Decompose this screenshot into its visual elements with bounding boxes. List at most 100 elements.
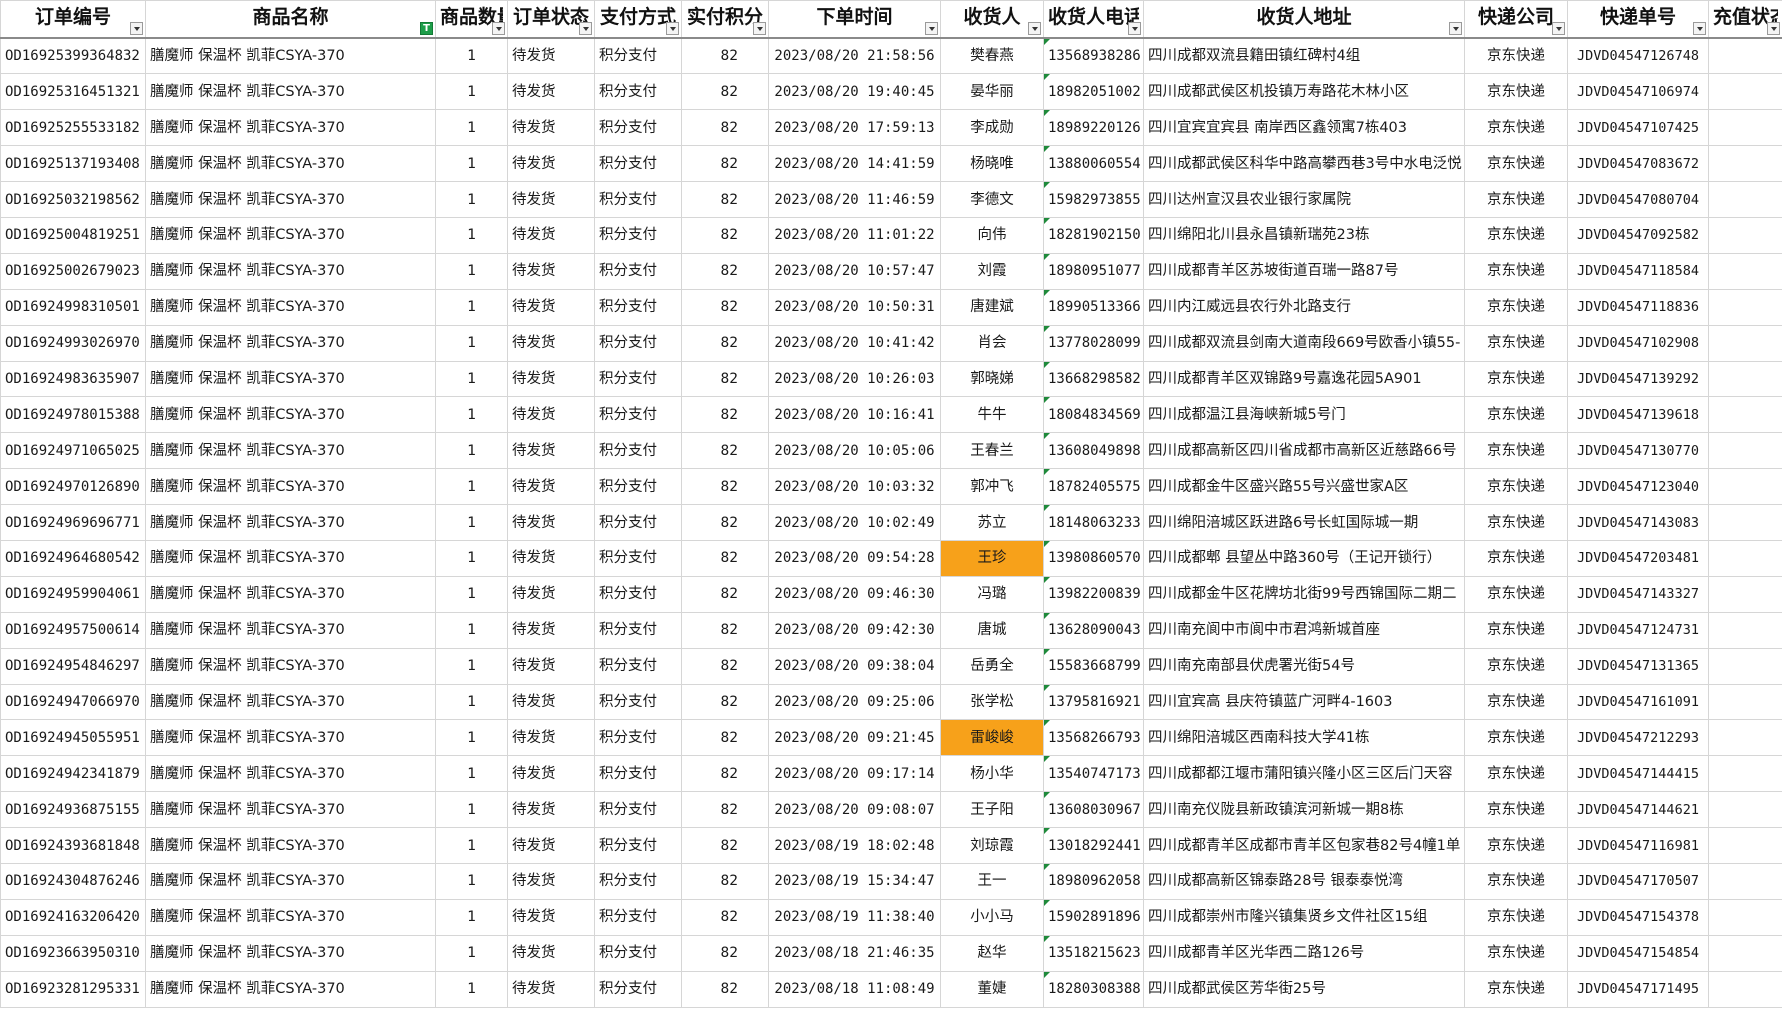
- cell-address[interactable]: 四川成都金牛区花牌坊北街99号西锦国际二期二: [1143, 575, 1465, 613]
- cell-name[interactable]: 杨小华: [940, 755, 1044, 793]
- cell-courier[interactable]: 京东快递: [1464, 288, 1568, 326]
- cell-points[interactable]: 82: [681, 288, 769, 326]
- cell-pay[interactable]: 积分支付: [594, 252, 682, 290]
- cell-product[interactable]: 膳魔师 保温杯 凯菲CSYA-370: [145, 504, 436, 541]
- cell-recharge[interactable]: [1708, 109, 1782, 147]
- cell-time[interactable]: 2023/08/20 10:05:06: [768, 432, 941, 470]
- cell-courier[interactable]: 京东快递: [1464, 216, 1568, 254]
- cell-address[interactable]: 四川成都双流县剑南大道南段669号欧香小镇55-: [1143, 324, 1465, 362]
- cell-address[interactable]: 四川成都武侯区科华中路高攀西巷3号中水电泛悦: [1143, 145, 1465, 183]
- cell-address[interactable]: 四川成都青羊区双锦路9号嘉逸花园5A901: [1143, 360, 1465, 398]
- cell-time[interactable]: 2023/08/20 10:02:49: [768, 504, 941, 541]
- cell-time[interactable]: 2023/08/20 10:16:41: [768, 396, 941, 434]
- cell-id[interactable]: OD16924978015388: [0, 396, 146, 434]
- cell-address[interactable]: 四川成都郫 县望丛中路360号（王记开锁行）: [1143, 539, 1465, 577]
- cell-time[interactable]: 2023/08/19 11:38:40: [768, 898, 941, 936]
- cell-qty[interactable]: 1: [435, 898, 508, 936]
- cell-recharge[interactable]: [1708, 683, 1782, 721]
- cell-tracking[interactable]: JDVD04547144621: [1567, 791, 1709, 829]
- cell-qty[interactable]: 1: [435, 611, 508, 649]
- cell-tracking[interactable]: JDVD04547092582: [1567, 216, 1709, 254]
- cell-name[interactable]: 冯璐: [940, 575, 1044, 613]
- table-row[interactable]: OD16924964680542 膳魔师 保温杯 凯菲CSYA-370 1 待发货 积分…: [0, 539, 1782, 577]
- cell-time[interactable]: 2023/08/19 18:02:48: [768, 827, 941, 864]
- cell-points[interactable]: 82: [681, 862, 769, 900]
- cell-qty[interactable]: 1: [435, 468, 508, 506]
- cell-points[interactable]: 82: [681, 539, 769, 577]
- filter-dropdown-icon[interactable]: [1552, 22, 1565, 35]
- cell-status[interactable]: 待发货: [507, 181, 595, 218]
- cell-status[interactable]: 待发货: [507, 216, 595, 254]
- column-header-address[interactable]: 收货人地址: [1143, 0, 1465, 39]
- cell-tracking[interactable]: JDVD04547106974: [1567, 73, 1709, 111]
- table-row[interactable]: OD16923281295331 膳魔师 保温杯 凯菲CSYA-370 1 待发货 积分…: [0, 970, 1782, 1008]
- cell-time[interactable]: 2023/08/20 11:01:22: [768, 216, 941, 254]
- table-row[interactable]: OD16925137193408 膳魔师 保温杯 凯菲CSYA-370 1 待发货 积分…: [0, 145, 1782, 183]
- filter-dropdown-icon[interactable]: [1693, 22, 1706, 35]
- cell-tracking[interactable]: JDVD04547126748: [1567, 37, 1709, 75]
- cell-product[interactable]: 膳魔师 保温杯 凯菲CSYA-370: [145, 862, 436, 900]
- cell-id[interactable]: OD16924993026970: [0, 324, 146, 362]
- cell-time[interactable]: 2023/08/20 10:50:31: [768, 288, 941, 326]
- cell-name[interactable]: 王子阳: [940, 791, 1044, 829]
- cell-address[interactable]: 四川宜宾高 县庆符镇蓝广河畔4-1603: [1143, 683, 1465, 721]
- cell-recharge[interactable]: [1708, 73, 1782, 111]
- cell-address[interactable]: 四川绵阳涪城区西南科技大学41栋: [1143, 719, 1465, 757]
- cell-id[interactable]: OD16924969696771: [0, 504, 146, 541]
- cell-phone[interactable]: 13568938286: [1043, 37, 1144, 75]
- cell-points[interactable]: 82: [681, 432, 769, 470]
- cell-time[interactable]: 2023/08/20 19:40:45: [768, 73, 941, 111]
- cell-id[interactable]: OD16925399364832: [0, 37, 146, 75]
- cell-phone[interactable]: 13880060554: [1043, 145, 1144, 183]
- cell-name[interactable]: 向伟: [940, 216, 1044, 254]
- cell-phone[interactable]: 13518215623: [1043, 934, 1144, 972]
- cell-qty[interactable]: 1: [435, 719, 508, 757]
- cell-status[interactable]: 待发货: [507, 719, 595, 757]
- cell-points[interactable]: 82: [681, 934, 769, 972]
- filter-dropdown-icon[interactable]: [1128, 22, 1141, 35]
- cell-points[interactable]: 82: [681, 719, 769, 757]
- cell-status[interactable]: 待发货: [507, 862, 595, 900]
- cell-address[interactable]: 四川成都青羊区成都市青羊区包家巷82号4幢1单: [1143, 827, 1465, 864]
- cell-status[interactable]: 待发货: [507, 504, 595, 541]
- cell-points[interactable]: 82: [681, 791, 769, 829]
- cell-name[interactable]: 杨晓唯: [940, 145, 1044, 183]
- cell-courier[interactable]: 京东快递: [1464, 504, 1568, 541]
- cell-points[interactable]: 82: [681, 324, 769, 362]
- cell-recharge[interactable]: [1708, 539, 1782, 577]
- cell-product[interactable]: 膳魔师 保温杯 凯菲CSYA-370: [145, 719, 436, 757]
- cell-courier[interactable]: 京东快递: [1464, 575, 1568, 613]
- cell-time[interactable]: 2023/08/20 09:46:30: [768, 575, 941, 613]
- table-row[interactable]: OD16924942341879 膳魔师 保温杯 凯菲CSYA-370 1 待发货 积分…: [0, 755, 1782, 793]
- cell-product[interactable]: 膳魔师 保温杯 凯菲CSYA-370: [145, 647, 436, 685]
- cell-name[interactable]: 苏立: [940, 504, 1044, 541]
- cell-pay[interactable]: 积分支付: [594, 468, 682, 506]
- cell-phone[interactable]: 18782405575: [1043, 468, 1144, 506]
- cell-status[interactable]: 待发货: [507, 109, 595, 147]
- cell-tracking[interactable]: JDVD04547171495: [1567, 970, 1709, 1008]
- cell-status[interactable]: 待发货: [507, 575, 595, 613]
- cell-time[interactable]: 2023/08/20 21:58:56: [768, 37, 941, 75]
- cell-recharge[interactable]: [1708, 575, 1782, 613]
- cell-qty[interactable]: 1: [435, 970, 508, 1008]
- cell-product[interactable]: 膳魔师 保温杯 凯菲CSYA-370: [145, 898, 436, 936]
- cell-phone[interactable]: 15583668799: [1043, 647, 1144, 685]
- cell-tracking[interactable]: JDVD04547144415: [1567, 755, 1709, 793]
- cell-name[interactable]: 唐城: [940, 611, 1044, 649]
- cell-id[interactable]: OD16924957500614: [0, 611, 146, 649]
- cell-id[interactable]: OD16924942341879: [0, 755, 146, 793]
- cell-product[interactable]: 膳魔师 保温杯 凯菲CSYA-370: [145, 73, 436, 111]
- cell-qty[interactable]: 1: [435, 539, 508, 577]
- cell-name[interactable]: 樊春燕: [940, 37, 1044, 75]
- column-header-time[interactable]: 下单时间: [768, 0, 941, 39]
- cell-time[interactable]: 2023/08/20 11:46:59: [768, 181, 941, 218]
- cell-pay[interactable]: 积分支付: [594, 827, 682, 864]
- cell-recharge[interactable]: [1708, 468, 1782, 506]
- cell-courier[interactable]: 京东快递: [1464, 970, 1568, 1008]
- cell-points[interactable]: 82: [681, 37, 769, 75]
- cell-phone[interactable]: 18084834569: [1043, 396, 1144, 434]
- cell-id[interactable]: OD16924304876246: [0, 862, 146, 900]
- cell-courier[interactable]: 京东快递: [1464, 934, 1568, 972]
- cell-tracking[interactable]: JDVD04547083672: [1567, 145, 1709, 183]
- cell-qty[interactable]: 1: [435, 324, 508, 362]
